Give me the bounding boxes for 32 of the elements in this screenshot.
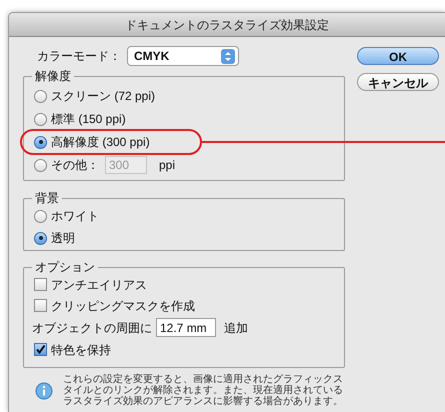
checkbox-label: クリッピングマスクを作成	[51, 298, 195, 314]
checkbox-label: アンチエイリアス	[51, 276, 147, 294]
checkbox[interactable]	[34, 278, 47, 291]
suffix-label: 追加	[224, 320, 248, 336]
color-mode-select[interactable]: CMYK	[127, 46, 239, 66]
group-title: オプション	[32, 259, 98, 275]
color-mode-label: カラーモード：	[37, 48, 121, 65]
checkbox[interactable]	[34, 299, 47, 312]
radio-label: 標準 (150 ppi)	[51, 111, 126, 128]
info-icon	[35, 382, 53, 400]
radio-label: その他：	[51, 157, 99, 174]
unit-label: ppi	[159, 157, 176, 174]
window-title: ドキュメントのラスタライズ効果設定	[125, 16, 329, 34]
group-title: 解像度	[32, 68, 74, 84]
radio-button[interactable]	[34, 112, 47, 126]
checkbox-label: 特色を保持	[51, 342, 111, 358]
radio-button[interactable]	[34, 90, 47, 102]
stepper-icon	[221, 48, 235, 64]
radio-label: ホワイト	[51, 208, 99, 225]
radio-button[interactable]	[34, 136, 47, 148]
radio-label: 透明	[51, 230, 75, 247]
checkbox[interactable]	[34, 343, 47, 356]
ok-button[interactable]: OK	[357, 47, 439, 65]
field-label: オブジェクトの周囲に	[32, 320, 152, 336]
group-title: 背景	[32, 190, 62, 206]
cancel-button[interactable]: キャンセル	[357, 73, 439, 91]
offset-field[interactable]: 12.7 mm	[156, 318, 216, 337]
info-note: これらの設定を変更すると、画像に適用されたグラフィックスタイルとのリンクが解除されます。また、現在適用されているラスタライズ効果のアピアランスに影響する場合があります。	[63, 374, 344, 407]
radio-label: スクリーン (72 ppi)	[51, 88, 156, 105]
radio-label: 高解像度 (300 ppi)	[51, 134, 150, 151]
radio-button[interactable]	[34, 210, 47, 222]
radio-button[interactable]	[34, 232, 47, 244]
